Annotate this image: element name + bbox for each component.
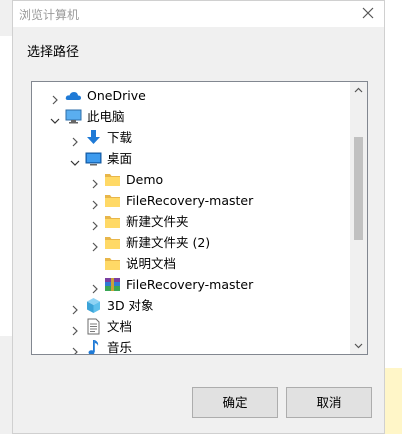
chevron-right-icon[interactable] [90, 174, 100, 189]
close-button[interactable] [358, 3, 378, 23]
vertical-scrollbar[interactable] [350, 82, 367, 354]
tree-item-filerecovery-archive[interactable]: FileRecovery-master [32, 274, 352, 295]
tree-item-label: 下载 [107, 130, 133, 145]
cancel-button[interactable]: 取消 [286, 387, 372, 418]
tree-item-new-folder-2[interactable]: 新建文件夹 (2) [32, 232, 352, 253]
chevron-right-icon[interactable] [90, 279, 100, 294]
document-icon [85, 318, 102, 335]
tree-item-label: Demo [126, 172, 164, 187]
computer-icon [65, 108, 82, 125]
tree-item-label: 文档 [107, 319, 133, 334]
scrollbar-thumb[interactable] [354, 137, 363, 240]
tree-item-label: 说明文档 [126, 256, 177, 271]
tree-item-demo[interactable]: Demo [32, 169, 352, 190]
tree-item-this-pc[interactable]: 此电脑 [32, 106, 352, 127]
tree-item-filerecovery-folder[interactable]: FileRecovery-master [32, 190, 352, 211]
browse-computer-dialog: 浏览计算机 选择路径 OneDrive 此电脑 下载 桌面 Demo FileR… [12, 0, 385, 434]
chevron-right-icon[interactable] [70, 300, 80, 315]
tree-item-documents[interactable]: 文档 [32, 316, 352, 337]
tree-item-label: OneDrive [87, 88, 146, 103]
chevron-down-icon[interactable] [70, 153, 80, 166]
ok-button[interactable]: 确定 [192, 387, 278, 418]
tree-item-downloads[interactable]: 下载 [32, 127, 352, 148]
tree-item-label: 音乐 [107, 340, 133, 355]
folder-icon [104, 255, 121, 272]
3d-objects-icon [85, 297, 102, 314]
chevron-right-icon[interactable] [90, 216, 100, 231]
tree-item-3d-objects[interactable]: 3D 对象 [32, 295, 352, 316]
chevron-down-icon[interactable] [50, 111, 60, 124]
tree-item-music[interactable]: 音乐 [32, 337, 352, 355]
folder-icon [104, 234, 121, 251]
tree-item-label: 新建文件夹 (2) [126, 235, 211, 250]
folder-tree[interactable]: OneDrive 此电脑 下载 桌面 Demo FileRecovery-mas… [31, 81, 368, 355]
scroll-down-icon [354, 343, 363, 349]
dialog-title: 浏览计算机 [19, 8, 80, 22]
scroll-up-icon [354, 87, 363, 93]
tree-item-label: FileRecovery-master [126, 193, 254, 208]
chevron-right-icon[interactable] [70, 132, 80, 147]
tree-item-label: 新建文件夹 [126, 214, 189, 229]
tree-item-label: 3D 对象 [107, 298, 154, 313]
scroll-up-button[interactable] [350, 82, 367, 99]
tree-item-readme-docs[interactable]: 说明文档 [32, 253, 352, 274]
folder-icon [104, 192, 121, 209]
tree-item-label: 此电脑 [87, 109, 125, 124]
background-window-highlight [384, 368, 402, 434]
tree-item-label: 桌面 [107, 151, 133, 166]
chevron-right-icon[interactable] [70, 321, 80, 336]
tree-item-desktop[interactable]: 桌面 [32, 148, 352, 169]
scroll-down-button[interactable] [350, 337, 367, 354]
close-icon [362, 7, 374, 19]
select-path-label: 选择路径 [27, 45, 80, 60]
tree-item-onedrive[interactable]: OneDrive [32, 85, 352, 106]
desktop-icon [85, 150, 102, 167]
download-arrow-icon [85, 129, 102, 146]
tree-item-label: FileRecovery-master [126, 277, 254, 292]
chevron-right-icon[interactable] [50, 90, 60, 105]
chevron-right-icon[interactable] [70, 342, 80, 354]
folder-icon [104, 171, 121, 188]
archive-icon [104, 276, 121, 293]
cloud-icon [65, 87, 82, 104]
folder-icon [104, 213, 121, 230]
tree-item-new-folder[interactable]: 新建文件夹 [32, 211, 352, 232]
music-note-icon [85, 339, 102, 354]
title-bar: 浏览计算机 [13, 1, 384, 27]
chevron-right-icon[interactable] [90, 237, 100, 252]
chevron-right-icon[interactable] [90, 195, 100, 210]
